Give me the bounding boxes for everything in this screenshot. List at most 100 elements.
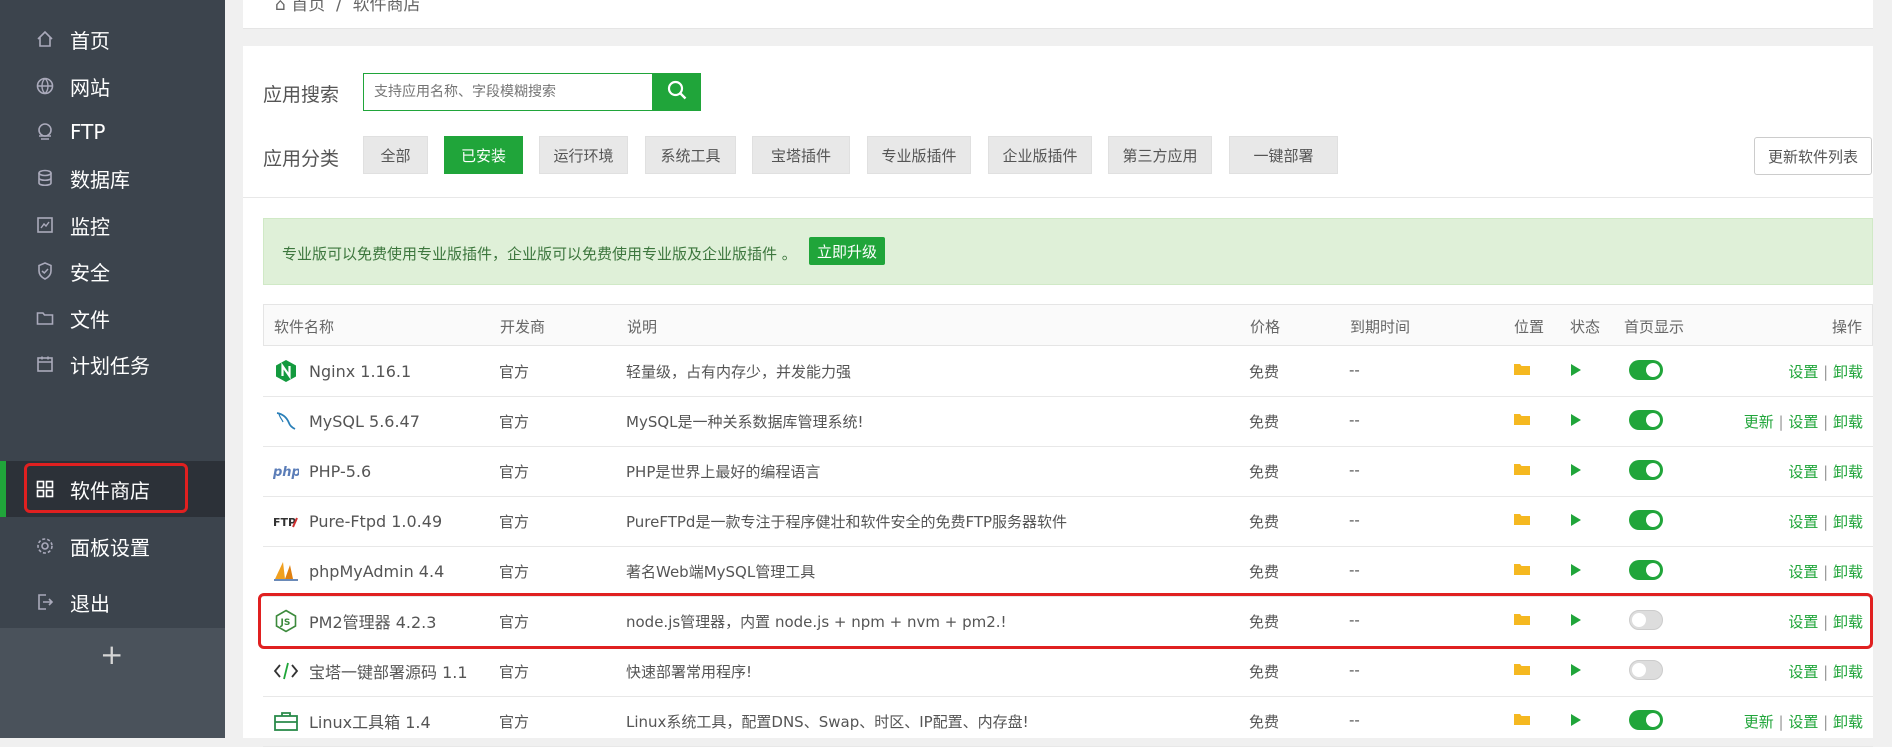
action-settings-link[interactable]: 设置 (1788, 363, 1818, 381)
upgrade-button[interactable]: 立即升级 (809, 237, 885, 265)
category-third-party[interactable]: 第三方应用 (1108, 136, 1212, 174)
software-name-cell[interactable]: MySQL 5.6.47 (273, 408, 420, 434)
action-update-link[interactable]: 更新 (1744, 713, 1774, 731)
price: 免费 (1249, 563, 1280, 581)
search-icon (666, 79, 688, 105)
search-label: 应用搜索 (263, 84, 340, 106)
action-settings-link[interactable]: 设置 (1788, 713, 1818, 731)
play-icon[interactable] (1569, 412, 1583, 432)
folder-icon[interactable] (1513, 361, 1531, 381)
action-separator: | (1778, 713, 1784, 731)
search-button[interactable] (653, 73, 701, 111)
sidebar-item-cron[interactable]: 计划任务 (0, 336, 225, 392)
sidebar-item-logout[interactable]: 退出 (0, 574, 225, 630)
breadcrumb-home[interactable]: 首页 (291, 0, 325, 15)
actions: 设置 | 卸载 (1788, 511, 1863, 532)
category-runtime[interactable]: 运行环境 (539, 136, 628, 174)
action-uninstall-link[interactable]: 卸载 (1833, 513, 1863, 531)
action-uninstall-link[interactable]: 卸载 (1833, 363, 1863, 381)
software-name-cell[interactable]: Nginx 1.16.1 (273, 358, 411, 384)
software-name-cell[interactable]: phpMyAdmin 4.4 (273, 558, 444, 584)
folder-icon[interactable] (1513, 561, 1531, 581)
folder-icon[interactable] (1513, 411, 1531, 431)
software-name: MySQL 5.6.47 (309, 411, 420, 431)
add-button[interactable]: + (100, 638, 123, 671)
folder-icon[interactable] (1513, 511, 1531, 531)
action-uninstall-link[interactable]: 卸载 (1833, 413, 1863, 431)
price: 免费 (1249, 513, 1280, 531)
action-separator: | (1823, 563, 1829, 581)
action-update-link[interactable]: 更新 (1744, 413, 1774, 431)
play-icon[interactable] (1569, 362, 1583, 382)
refresh-software-list-button[interactable]: 更新软件列表 (1754, 137, 1872, 175)
action-separator: | (1823, 463, 1829, 481)
home-display-toggle[interactable] (1629, 360, 1663, 380)
play-icon[interactable] (1569, 712, 1583, 732)
software-name: 宝塔一键部署源码 1.1 (309, 663, 468, 682)
sidebar-item-panel-settings[interactable]: 面板设置 (0, 518, 225, 574)
category-pro-plugins[interactable]: 专业版插件 (867, 136, 971, 174)
table-row: Nginx 1.16.1 官方 轻量级，占有内存少，并发能力强 免费 -- 设置 | 卸载 (263, 346, 1873, 397)
category-all[interactable]: 全部 (363, 136, 428, 174)
table-row: Linux工具箱 1.4 官方 Linux系统工具，配置DNS、Swap、时区、IP… (263, 696, 1873, 747)
mysql-logo (273, 408, 299, 434)
sidebar-item-label: 计划任务 (70, 353, 150, 378)
category-installed[interactable]: 已安装 (444, 136, 523, 174)
header-price: 价格 (1250, 318, 1281, 336)
action-uninstall-link[interactable]: 卸载 (1833, 663, 1863, 681)
category-enterprise-plugins[interactable]: 企业版插件 (988, 136, 1092, 174)
home-display-toggle[interactable] (1629, 710, 1663, 730)
home-display-toggle[interactable] (1629, 460, 1663, 480)
highlight-box (24, 463, 188, 513)
action-separator: | (1823, 513, 1829, 531)
description: Linux系统工具，配置DNS、Swap、时区、IP配置、内存盘! (626, 713, 1029, 731)
expiry: -- (1349, 661, 1360, 679)
table-row: 宝塔一键部署源码 1.1 官方 快速部署常用程序! 免费 -- 设置 | 卸载 (263, 646, 1873, 697)
table-row: MySQL 5.6.47 官方 MySQL是一种关系数据库管理系统! 免费 -- 更新 |… (263, 396, 1873, 447)
category-bt-plugins[interactable]: 宝塔插件 (752, 136, 850, 174)
expiry: -- (1349, 411, 1360, 429)
folder-icon[interactable] (1513, 711, 1531, 731)
sidebar-item-label: 安全 (70, 260, 110, 285)
sidebar-item-label: 退出 (70, 591, 110, 616)
calendar-icon (34, 353, 56, 375)
action-uninstall-link[interactable]: 卸载 (1833, 713, 1863, 731)
description: PHP是世界上最好的编程语言 (626, 463, 821, 481)
software-name-cell[interactable]: FTP Pure-Ftpd 1.0.49 (273, 508, 442, 534)
breadcrumb-separator: / (336, 0, 342, 15)
action-settings-link[interactable]: 设置 (1788, 563, 1818, 581)
home-display-toggle[interactable] (1629, 660, 1663, 680)
home-display-toggle[interactable] (1629, 410, 1663, 430)
description: 著名Web端MySQL管理工具 (626, 563, 816, 581)
action-separator: | (1823, 713, 1829, 731)
home-display-toggle[interactable] (1629, 560, 1663, 580)
breadcrumb-current: 软件商店 (352, 0, 421, 15)
action-settings-link[interactable]: 设置 (1788, 513, 1818, 531)
play-icon[interactable] (1569, 512, 1583, 532)
category-system-tools[interactable]: 系统工具 (645, 136, 736, 174)
folder-icon[interactable] (1513, 461, 1531, 481)
category-one-click-deploy[interactable]: 一键部署 (1229, 136, 1338, 174)
action-uninstall-link[interactable]: 卸载 (1833, 463, 1863, 481)
developer: 官方 (499, 463, 530, 481)
divider (243, 197, 1873, 198)
software-name-cell[interactable]: Linux工具箱 1.4 (273, 708, 431, 734)
play-icon[interactable] (1569, 562, 1583, 582)
action-settings-link[interactable]: 设置 (1788, 413, 1818, 431)
description: 轻量级，占有内存少，并发能力强 (626, 363, 852, 381)
play-icon[interactable] (1569, 462, 1583, 482)
folder-icon (34, 307, 56, 329)
expiry: -- (1349, 461, 1360, 479)
actions: 更新 | 设置 | 卸载 (1744, 411, 1863, 432)
software-name-cell[interactable]: php PHP-5.6 (273, 458, 371, 484)
action-settings-link[interactable]: 设置 (1788, 463, 1818, 481)
software-name-cell[interactable]: 宝塔一键部署源码 1.1 (273, 658, 468, 684)
action-settings-link[interactable]: 设置 (1788, 663, 1818, 681)
price: 免费 (1249, 463, 1280, 481)
action-uninstall-link[interactable]: 卸载 (1833, 563, 1863, 581)
play-icon[interactable] (1569, 662, 1583, 682)
search-input[interactable] (363, 73, 653, 111)
home-display-toggle[interactable] (1629, 510, 1663, 530)
price: 免费 (1249, 413, 1280, 431)
folder-icon[interactable] (1513, 661, 1531, 681)
